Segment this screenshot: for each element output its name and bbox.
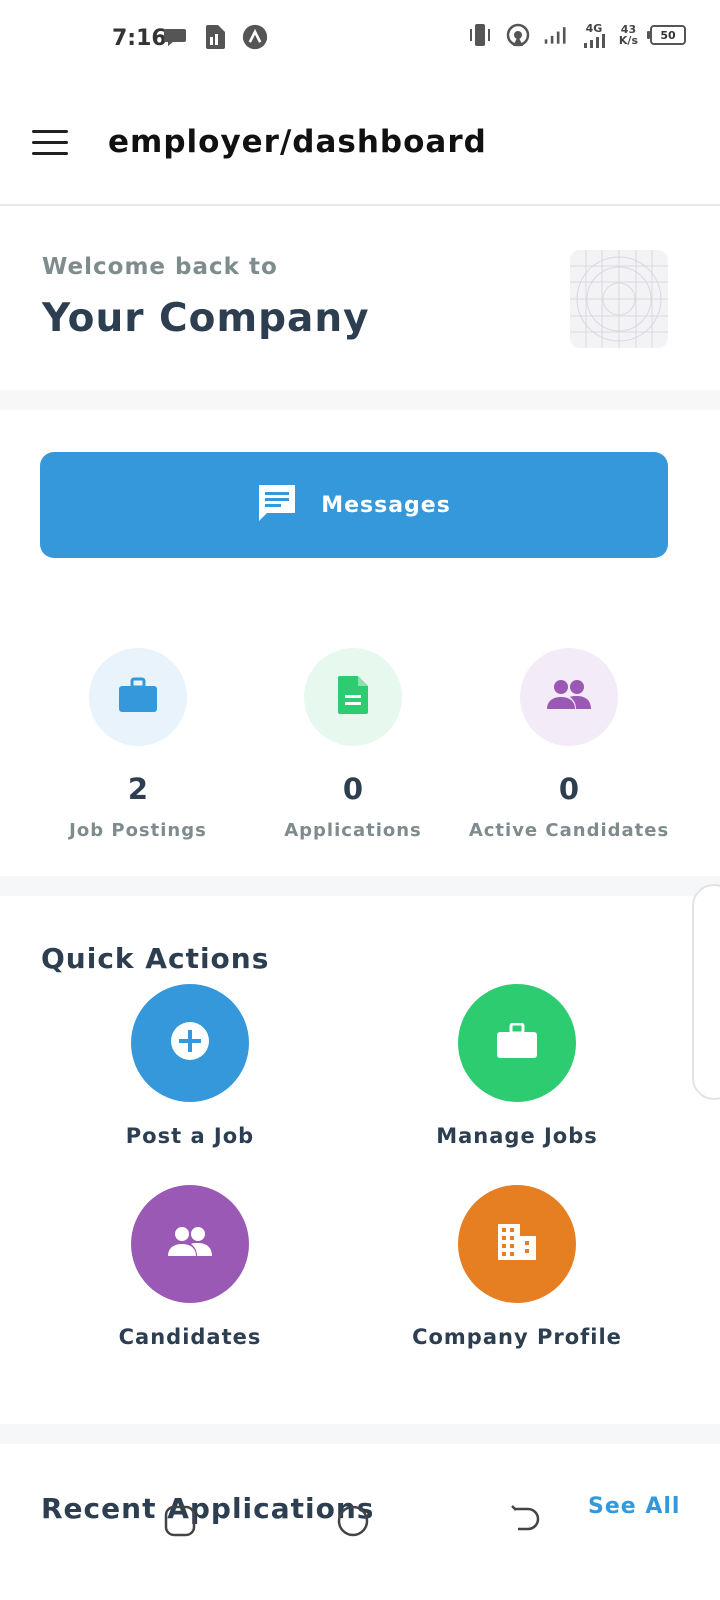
post-job-button[interactable]: Post a Job	[60, 984, 320, 1148]
stat-label: Applications	[284, 820, 422, 841]
messages-label: Messages	[321, 492, 451, 518]
action-label: Manage Jobs	[436, 1124, 598, 1148]
battery-icon: 50	[647, 25, 686, 45]
action-icon-circle	[458, 1185, 576, 1303]
action-label: Post a Job	[125, 1124, 255, 1148]
menu-icon[interactable]	[32, 130, 68, 156]
stat-value: 0	[342, 772, 364, 806]
people-icon	[167, 1226, 213, 1262]
home-nav-icon[interactable]	[336, 1504, 370, 1538]
company-profile-button[interactable]: Company Profile	[387, 1185, 647, 1349]
company-name: Your Company	[42, 296, 370, 341]
stat-value: 2	[127, 772, 149, 806]
action-icon-circle	[131, 1185, 249, 1303]
status-time: 7:16	[112, 26, 167, 51]
stat-icon-circle	[89, 648, 187, 746]
add-circle-icon	[170, 1021, 210, 1065]
manage-jobs-button[interactable]: Manage Jobs	[387, 984, 647, 1148]
network-type: 4G	[585, 21, 603, 35]
page-title: employer/dashboard	[108, 124, 487, 160]
company-logo-placeholder[interactable]	[570, 250, 668, 348]
app-bar: employer/dashboard	[0, 80, 720, 206]
building-icon	[497, 1223, 537, 1265]
action-label: Company Profile	[412, 1325, 622, 1349]
chat-bubble-icon	[162, 24, 188, 50]
side-drawer-handle[interactable]	[692, 884, 720, 1100]
briefcase-icon	[118, 677, 158, 717]
welcome-subtitle: Welcome back to	[42, 254, 278, 280]
document-icon	[337, 675, 369, 719]
app-logo-icon	[242, 24, 268, 50]
action-label: Candidates	[118, 1325, 262, 1349]
recent-apps-nav-icon[interactable]	[163, 1504, 197, 1538]
message-icon	[257, 483, 297, 527]
speed-unit: K/s	[618, 34, 638, 47]
hotspot-icon	[505, 22, 531, 48]
messages-button[interactable]: Messages	[40, 452, 668, 558]
signal-4g-icon: 4G	[581, 22, 607, 48]
section-divider	[0, 390, 720, 410]
section-divider	[0, 876, 720, 896]
network-speed: 43 K/s	[619, 24, 638, 46]
candidates-button[interactable]: Candidates	[60, 1185, 320, 1349]
recent-applications-title: Recent Applications	[41, 1492, 375, 1525]
stat-icon-circle	[520, 648, 618, 746]
notification-icons	[162, 24, 268, 50]
quick-actions-title: Quick Actions	[41, 942, 270, 975]
battery-level: 50	[660, 28, 676, 42]
stat-active-candidates[interactable]: 0 Active Candidates	[459, 648, 679, 841]
welcome-section: Welcome back to Your Company	[0, 206, 720, 390]
sim-card-icon	[202, 24, 228, 50]
section-divider	[0, 1424, 720, 1444]
status-bar: 7:16 4G 43 K/s 50	[0, 0, 720, 80]
action-icon-circle	[131, 984, 249, 1102]
system-icons: 4G 43 K/s 50	[467, 22, 686, 48]
vibrate-icon	[467, 22, 493, 48]
stat-job-postings[interactable]: 2 Job Postings	[28, 648, 248, 841]
signal-icon	[543, 22, 569, 48]
see-all-link[interactable]: See All	[588, 1494, 680, 1519]
stat-label: Job Postings	[69, 820, 207, 841]
stat-label: Active Candidates	[468, 820, 670, 841]
action-icon-circle	[458, 984, 576, 1102]
briefcase-icon	[496, 1022, 538, 1063]
stat-value: 0	[558, 772, 580, 806]
stat-icon-circle	[304, 648, 402, 746]
people-icon	[546, 679, 592, 715]
back-nav-icon[interactable]	[508, 1504, 542, 1538]
stat-applications[interactable]: 0 Applications	[243, 648, 463, 841]
